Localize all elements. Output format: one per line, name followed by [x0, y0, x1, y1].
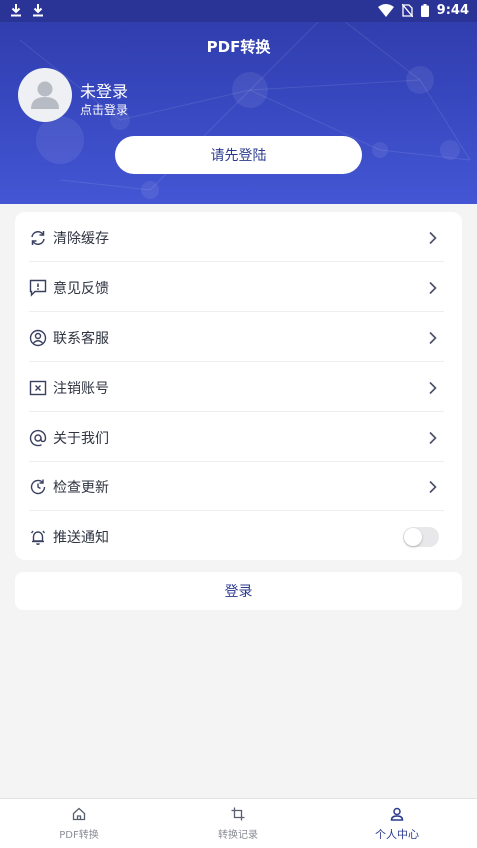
profile-header: 9:44 PDF转换 未登录 点击登录 请先登陆 [0, 0, 477, 204]
chevron-right-icon [429, 331, 437, 344]
settings-menu: 清除缓存 意见反馈 联系客服 注销账号 关于我们 检查更新 推送通知 [15, 212, 462, 560]
nav-item-profile[interactable]: 个人中心 [337, 807, 457, 842]
battery-icon [420, 4, 429, 17]
divider [29, 510, 444, 511]
status-bar: 9:44 [0, 0, 477, 22]
menu-label: 清除缓存 [53, 230, 109, 247]
user-name[interactable]: 未登录 [80, 78, 128, 102]
menu-label: 意见反馈 [53, 280, 109, 297]
divider [29, 361, 444, 362]
no-sim-icon [401, 4, 413, 17]
nav-item-pdf-convert[interactable]: PDF转换 [19, 807, 139, 841]
push-notification-toggle[interactable] [403, 526, 439, 547]
user-avatar-icon [31, 81, 59, 109]
at-icon [29, 429, 47, 446]
chevron-right-icon [429, 381, 437, 394]
menu-label: 检查更新 [53, 479, 109, 496]
divider [29, 311, 444, 312]
profile-screen: 9:44 PDF转换 未登录 点击登录 请先登陆 清除缓存 意见反馈 联系客服 … [0, 0, 477, 848]
wifi-icon [377, 4, 394, 17]
menu-item-about-us[interactable]: 关于我们 [15, 413, 462, 462]
toggle-knob [404, 527, 422, 546]
menu-item-clear-cache[interactable]: 清除缓存 [15, 213, 462, 262]
close-box-icon [29, 380, 47, 395]
nav-label: 转换记录 [218, 830, 258, 841]
menu-item-push-notifications: 推送通知 [15, 512, 462, 561]
tap-to-login-text[interactable]: 点击登录 [80, 101, 128, 118]
bottom-nav: PDF转换 转换记录 个人中心 [0, 798, 477, 848]
download-icon [33, 4, 43, 17]
login-button[interactable]: 登录 [15, 572, 462, 610]
bell-icon [30, 530, 46, 545]
nav-label: PDF转换 [59, 830, 99, 841]
chevron-right-icon [429, 431, 437, 444]
update-icon [30, 479, 46, 494]
contact-icon [29, 329, 47, 346]
status-time: 9:44 [436, 3, 469, 18]
menu-label: 推送通知 [53, 529, 109, 546]
feedback-icon [29, 279, 47, 297]
menu-item-delete-account[interactable]: 注销账号 [15, 363, 462, 412]
menu-label: 关于我们 [53, 430, 109, 447]
home-icon [72, 807, 86, 821]
avatar[interactable] [18, 68, 72, 122]
crop-icon [231, 807, 245, 821]
menu-label: 注销账号 [53, 380, 109, 397]
divider [29, 261, 444, 262]
divider [29, 411, 444, 412]
please-login-button[interactable]: 请先登陆 [115, 136, 362, 174]
page-title: PDF转换 [206, 38, 271, 56]
chevron-right-icon [429, 281, 437, 294]
chevron-right-icon [429, 231, 437, 244]
menu-item-feedback[interactable]: 意见反馈 [15, 263, 462, 312]
menu-item-check-update[interactable]: 检查更新 [15, 462, 462, 511]
download-icon [11, 4, 21, 17]
menu-label: 联系客服 [53, 330, 109, 347]
nav-item-history[interactable]: 转换记录 [178, 807, 298, 841]
menu-item-contact-support[interactable]: 联系客服 [15, 313, 462, 362]
refresh-icon [31, 230, 45, 245]
chevron-right-icon [429, 480, 437, 493]
nav-label: 个人中心 [375, 828, 419, 841]
person-icon [390, 807, 404, 821]
